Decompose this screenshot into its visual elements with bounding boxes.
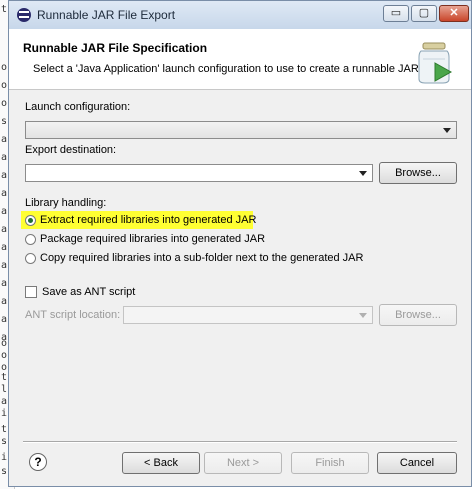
- close-button[interactable]: ✕: [439, 5, 469, 22]
- editor-char: s: [1, 466, 8, 477]
- minimize-button[interactable]: ▭: [383, 5, 409, 22]
- launch-configuration-label: Launch configuration:: [25, 101, 131, 113]
- radio-copy-libraries[interactable]: Copy required libraries into a sub-folde…: [25, 251, 365, 267]
- editor-char: a: [1, 134, 8, 145]
- radio-label: Package required libraries into generate…: [40, 233, 266, 245]
- chevron-down-icon: [443, 128, 451, 133]
- save-ant-checkbox[interactable]: [25, 286, 37, 298]
- maximize-button[interactable]: ▢: [411, 5, 437, 22]
- back-button[interactable]: < Back: [122, 452, 200, 474]
- export-browse-button[interactable]: Browse...: [379, 162, 457, 184]
- editor-char: t: [1, 424, 8, 435]
- finish-button[interactable]: Finish: [291, 452, 369, 474]
- next-button[interactable]: Next >: [204, 452, 282, 474]
- chevron-down-icon: [359, 313, 367, 318]
- editor-char: o: [1, 350, 8, 361]
- jar-icon: [418, 42, 453, 84]
- radio-label: Copy required libraries into a sub-folde…: [40, 252, 364, 264]
- radio-extract-libraries[interactable]: Extract required libraries into generate…: [25, 213, 265, 229]
- minimize-icon: ▭: [390, 7, 402, 19]
- wizard-banner: Runnable JAR File Specification Select a…: [9, 29, 471, 90]
- radio-package-libraries[interactable]: Package required libraries into generate…: [25, 232, 265, 248]
- editor-char: a: [1, 296, 8, 307]
- radio-button[interactable]: [25, 253, 36, 264]
- window-title: Runnable JAR File Export: [37, 8, 176, 22]
- radio-button[interactable]: [25, 234, 36, 245]
- editor-char: t: [1, 372, 8, 383]
- help-icon[interactable]: ?: [29, 453, 47, 471]
- export-destination-input[interactable]: [25, 164, 373, 182]
- editor-char: o: [1, 98, 8, 109]
- maximize-icon: ▢: [418, 7, 430, 19]
- cancel-button[interactable]: Cancel: [377, 452, 457, 474]
- ant-location-label: ANT script location:: [25, 309, 121, 321]
- footer-divider: [23, 441, 457, 443]
- editor-char: a: [1, 314, 8, 325]
- editor-char: a: [1, 278, 8, 289]
- title-bar[interactable]: Runnable JAR File Export ▭ ▢ ✕: [9, 1, 471, 30]
- editor-char: a: [1, 152, 8, 163]
- editor-char: t: [1, 4, 8, 15]
- editor-char: o: [1, 80, 8, 91]
- page-description: Select a 'Java Application' launch confi…: [33, 63, 422, 75]
- editor-char: a: [1, 170, 8, 181]
- close-icon: ✕: [449, 7, 459, 19]
- runnable-jar-export-dialog: Runnable JAR File Export ▭ ▢ ✕ Runnable …: [8, 0, 472, 487]
- editor-char: a: [1, 396, 8, 407]
- editor-char: i: [1, 408, 8, 419]
- export-destination-label: Export destination:: [25, 144, 117, 156]
- page-title: Runnable JAR File Specification: [23, 41, 208, 55]
- ant-location-input[interactable]: [123, 306, 373, 324]
- library-handling-label: Library handling:: [25, 197, 107, 209]
- radio-button[interactable]: [25, 215, 36, 226]
- editor-char: l: [1, 384, 8, 395]
- editor-char: o: [1, 62, 8, 73]
- editor-char: a: [1, 242, 8, 253]
- editor-char: s: [1, 116, 8, 127]
- ant-browse-button[interactable]: Browse...: [379, 304, 457, 326]
- editor-char: o: [1, 338, 8, 349]
- chevron-down-icon: [359, 171, 367, 176]
- editor-char: a: [1, 188, 8, 199]
- editor-char: s: [1, 436, 8, 447]
- launch-configuration-select[interactable]: [25, 121, 457, 139]
- editor-char: a: [1, 224, 8, 235]
- eclipse-icon: [17, 8, 31, 22]
- editor-char: a: [1, 206, 8, 217]
- editor-char: a: [1, 260, 8, 271]
- editor-char: i: [1, 452, 8, 463]
- save-ant-label: Save as ANT script: [42, 286, 136, 298]
- radio-label: Extract required libraries into generate…: [40, 214, 257, 226]
